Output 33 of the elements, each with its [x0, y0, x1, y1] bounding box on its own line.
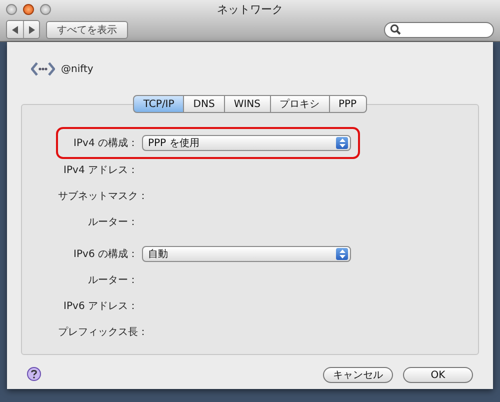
back-button[interactable]	[7, 21, 23, 38]
close-button[interactable]	[6, 4, 17, 15]
tab[interactable]: WINS	[224, 95, 270, 113]
popup-menu[interactable]: 自動	[142, 246, 351, 262]
field-label: サブネットマスク：	[58, 190, 142, 203]
field-label: ルーター：	[87, 216, 139, 229]
service-name: @nifty	[61, 64, 94, 74]
tab[interactable]: TCP/IP	[133, 95, 184, 113]
right-triangle-icon	[28, 26, 36, 34]
window-title: ネットワーク	[216, 2, 284, 17]
stepper-arrows-icon	[336, 248, 348, 260]
popup-menu[interactable]: PPP を使用	[142, 135, 351, 151]
field-label: ルーター：	[87, 274, 139, 287]
search-icon	[390, 24, 401, 35]
left-triangle-icon	[11, 26, 19, 34]
zoom-button[interactable]	[40, 4, 51, 15]
dialog-button[interactable]: キャンセル	[323, 367, 393, 383]
dialog-button[interactable]: OK	[403, 367, 473, 383]
search-field[interactable]	[384, 22, 494, 38]
forward-button[interactable]	[23, 21, 39, 38]
stepper-arrows-icon	[336, 137, 348, 149]
field-label: IPv6 アドレス：	[62, 300, 139, 313]
tab[interactable]: PPP	[330, 95, 367, 113]
network-arrows-icon	[31, 61, 55, 77]
help-button[interactable]	[27, 367, 43, 383]
tab[interactable]: プロキシ	[270, 95, 330, 113]
field-label: IPv4 アドレス：	[62, 164, 139, 177]
minimize-button[interactable]	[23, 4, 34, 15]
tab[interactable]: DNS	[184, 95, 225, 113]
show-all-button[interactable]: すべてを表示	[46, 20, 128, 38]
field-label: プレフィックス長：	[58, 326, 142, 339]
field-label: IPv4 の構成：	[72, 136, 139, 150]
field-label: IPv6 の構成：	[72, 248, 139, 261]
